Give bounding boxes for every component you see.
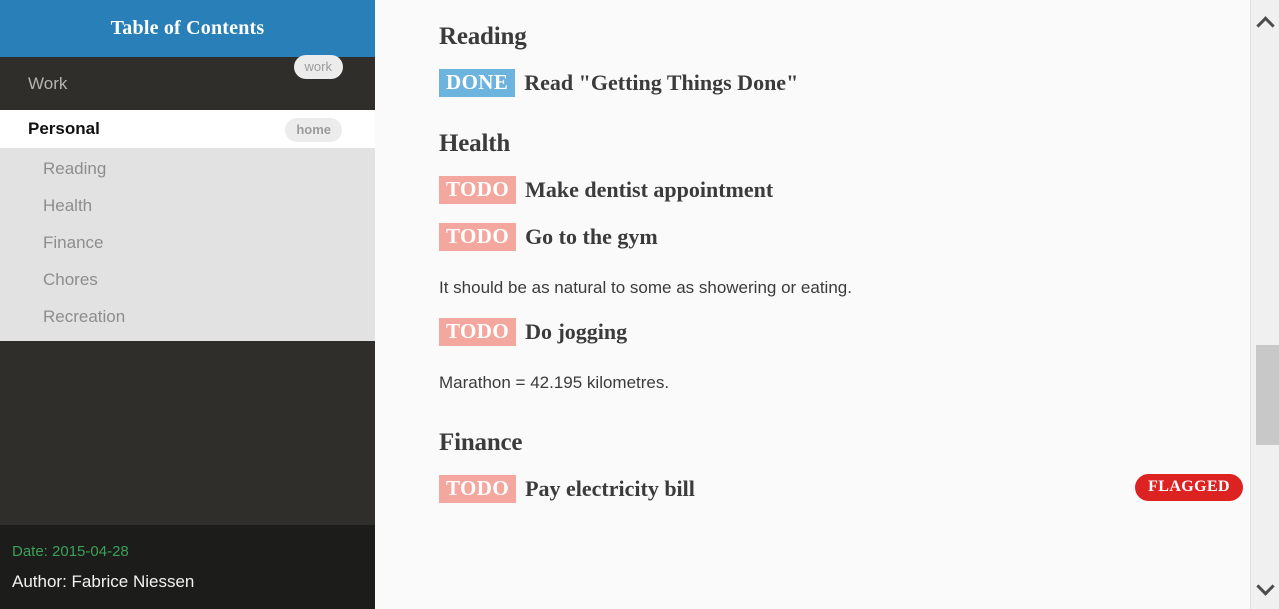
- sidebar-tag-home[interactable]: home: [285, 118, 342, 142]
- sidebar-item-personal[interactable]: Personal home: [0, 110, 375, 148]
- todo-item[interactable]: TODO Pay electricity bill FLAGGED: [439, 473, 1279, 504]
- sidebar-item-label: Chores: [43, 269, 98, 289]
- todo-item[interactable]: TODO Go to the gym: [439, 222, 1279, 252]
- status-badge-done[interactable]: DONE: [439, 68, 516, 98]
- table-of-contents-sidebar: Table of Contents Work work Personal hom…: [0, 0, 375, 609]
- chevron-up-icon: [1258, 19, 1273, 28]
- todo-item-text: Make dentist appointment: [525, 177, 774, 202]
- todo-item[interactable]: TODO Make dentist appointment: [439, 175, 1279, 205]
- sidebar-item-finance[interactable]: Finance: [0, 224, 375, 261]
- status-badge-flagged[interactable]: FLAGGED: [1135, 473, 1243, 501]
- sidebar-item-work[interactable]: Work work: [0, 55, 375, 110]
- sidebar-item-label: Recreation: [43, 306, 126, 326]
- section-heading-finance: Finance: [439, 428, 523, 456]
- sidebar-item-label: Health: [43, 195, 93, 215]
- sidebar-item-reading[interactable]: Reading: [0, 150, 375, 187]
- todo-item-text: Go to the gym: [525, 224, 658, 249]
- todo-item-text: Do jogging: [525, 318, 628, 344]
- status-badge-todo[interactable]: TODO: [439, 175, 517, 205]
- paragraph-text: It should be as natural to some as showe…: [439, 278, 852, 297]
- todo-item[interactable]: TODO Do jogging: [439, 317, 1279, 347]
- sidebar-item-health[interactable]: Health: [0, 187, 375, 224]
- document-content: Reading DONE Read "Getting Things Done" …: [375, 0, 1279, 609]
- sidebar-item-label: Personal: [28, 119, 100, 138]
- sidebar-item-label: Finance: [43, 232, 104, 252]
- document-author: Author: Fabrice Niessen: [12, 572, 195, 591]
- todo-item-text: Pay electricity bill: [525, 475, 695, 501]
- sidebar-item-label: Reading: [43, 158, 107, 178]
- scroll-down-button[interactable]: [1251, 571, 1279, 601]
- todo-item[interactable]: DONE Read "Getting Things Done": [439, 68, 1279, 98]
- sidebar-footer: Date: 2015-04-28 Author: Fabrice Niessen: [0, 525, 375, 609]
- chevron-down-icon: [1258, 582, 1273, 591]
- sidebar-item-recreation[interactable]: Recreation: [0, 298, 375, 335]
- section-heading-reading: Reading: [439, 23, 527, 50]
- status-badge-todo[interactable]: TODO: [439, 222, 517, 252]
- paragraph-text: Marathon = 42.195 kilometres.: [439, 372, 670, 392]
- status-badge-todo[interactable]: TODO: [439, 317, 517, 346]
- sidebar-item-chores[interactable]: Chores: [0, 261, 375, 298]
- section-heading-health: Health: [439, 130, 511, 157]
- scrollbar-thumb[interactable]: [1256, 345, 1279, 445]
- sidebar-header-title: Table of Contents: [0, 0, 375, 57]
- app-root: Table of Contents Work work Personal hom…: [0, 0, 1279, 609]
- toc-top-level-group: Work work Personal home: [0, 55, 375, 148]
- vertical-scrollbar[interactable]: [1250, 0, 1279, 609]
- scroll-up-button[interactable]: [1251, 8, 1279, 38]
- sidebar-item-label: Work: [28, 73, 68, 93]
- document-date: Date: 2015-04-28: [12, 543, 129, 560]
- sidebar-tag-work[interactable]: work: [293, 55, 343, 79]
- status-badge-todo[interactable]: TODO: [439, 474, 517, 503]
- sidebar-filler: [0, 341, 375, 525]
- toc-sub-level-group: Reading Health Finance Chores Recreation: [0, 148, 375, 341]
- todo-item-text: Read "Getting Things Done": [524, 70, 799, 95]
